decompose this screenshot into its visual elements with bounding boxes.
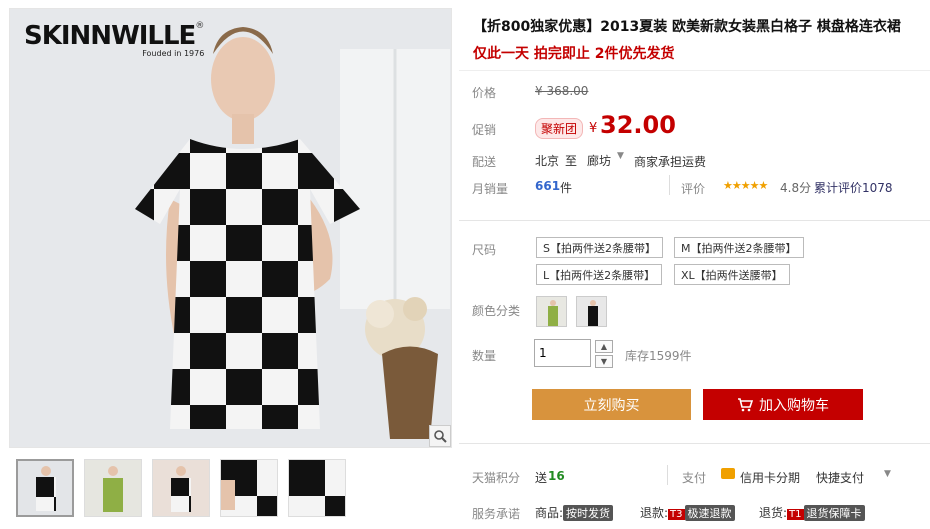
service-return-tag: 退货保障卡 [803,505,865,521]
service-return-label: 退货: [759,506,788,520]
service-goods-label: 商品: [535,506,564,520]
size-label: 尺码 [472,243,497,257]
promo-label: 促销 [472,123,497,137]
points-label: 天猫积分 [472,471,521,485]
quick-pay[interactable]: 快捷支付 [816,469,864,486]
service-refund-label: 退款: [640,506,669,520]
product-subtitle: 仅此一天 拍完即止 2件优先发货 [473,46,675,62]
sales-unit: 件 [560,181,573,195]
product-title: 【折800独家优惠】2013夏装 欧美新款女装黑白格子 棋盘格连衣裙 [473,19,901,35]
divider [667,465,668,485]
thumbnail-4[interactable] [220,459,278,517]
size-option-l[interactable]: L【拍两件送2条腰带】 [536,264,663,285]
ship-to-word: 至 [565,154,578,168]
rating-stars: ★★★★★ [723,179,768,192]
quantity-label: 数量 [472,349,497,363]
return-badge: T1 [787,509,804,520]
size-option-s[interactable]: S【拍两件送2条腰带】 [536,237,663,258]
sales-label: 月销量 [472,182,509,196]
model-photo [10,9,451,447]
add-to-cart-button[interactable]: 加入购物车 [703,389,863,420]
price-box: 价格 ¥ 368.00 促销 聚新团 ¥ 32.00 配送 北京 至 廊坊 ▼ … [459,70,930,218]
service-label: 服务承诺 [472,507,521,521]
sales-count: 661 [535,179,561,193]
brand-name: SKINNWILLE [24,21,196,51]
size-option-m[interactable]: M【拍两件送2条腰带】 [674,237,804,258]
points-prefix: 送 [535,471,548,485]
cart-icon [738,397,753,411]
registered-mark: ® [195,21,205,31]
color-option-green[interactable] [536,296,567,327]
size-option-xl[interactable]: XL【拍两件送腰带】 [674,264,790,285]
stock-count: 库存1599件 [625,349,692,363]
quantity-decrease-button[interactable]: ▼ [595,355,613,368]
section-divider-2 [459,443,930,444]
chevron-down-icon[interactable]: ▼ [617,151,624,161]
current-price: 32.00 [600,111,676,139]
credit-card-icon [721,468,735,479]
service-goods: 商品: 按时发货 [535,504,614,521]
section-divider [459,220,930,221]
credit-installment[interactable]: 信用卡分期 [740,469,800,486]
original-price: ¥ 368.00 [535,84,589,98]
ship-to-city[interactable]: 廊坊 [587,152,611,169]
pay-label: 支付 [682,471,707,485]
thumbnail-2[interactable] [84,459,142,517]
ship-from: 北京 [535,154,560,168]
brand-logo: SKINNWILLE® Fouded in 1976 [24,21,204,58]
refund-badge: T3 [668,509,685,520]
add-to-cart-label: 加入购物车 [759,397,829,414]
color-option-black-white[interactable] [576,296,607,327]
service-goods-tag: 按时发货 [563,505,614,521]
quantity-increase-button[interactable]: ▲ [595,340,613,353]
thumbnail-5[interactable] [288,459,346,517]
buy-now-button[interactable]: 立刻购买 [532,389,691,420]
chevron-down-icon[interactable]: ▼ [884,469,891,479]
service-refund-tag: 极速退款 [684,505,735,521]
shipping-label: 配送 [472,155,497,169]
points-value: 16 [548,469,565,483]
divider [669,175,670,195]
zoom-icon[interactable] [429,425,451,447]
total-reviews-link[interactable]: 累计评价1078 [814,179,893,196]
color-label: 颜色分类 [472,304,521,318]
rating-label: 评价 [681,182,706,196]
rating-score: 4.8分 [780,181,812,195]
promo-tag: 聚新团 [535,118,584,139]
quantity-input[interactable] [534,339,591,367]
thumbnail-1[interactable] [16,459,74,517]
shipping-note: 商家承担运费 [634,155,707,169]
main-product-image[interactable]: SKINNWILLE® Fouded in 1976 [9,8,452,448]
price-label: 价格 [472,86,497,100]
thumbnail-3[interactable] [152,459,210,517]
service-return: 退货: T1 退货保障卡 [759,504,865,521]
service-refund: 退款: T3 极速退款 [640,504,735,521]
thumbnail-strip [16,459,346,517]
currency-symbol: ¥ [589,121,598,136]
product-info-panel: 【折800独家优惠】2013夏装 欧美新款女装黑白格子 棋盘格连衣裙 仅此一天 … [459,0,930,529]
